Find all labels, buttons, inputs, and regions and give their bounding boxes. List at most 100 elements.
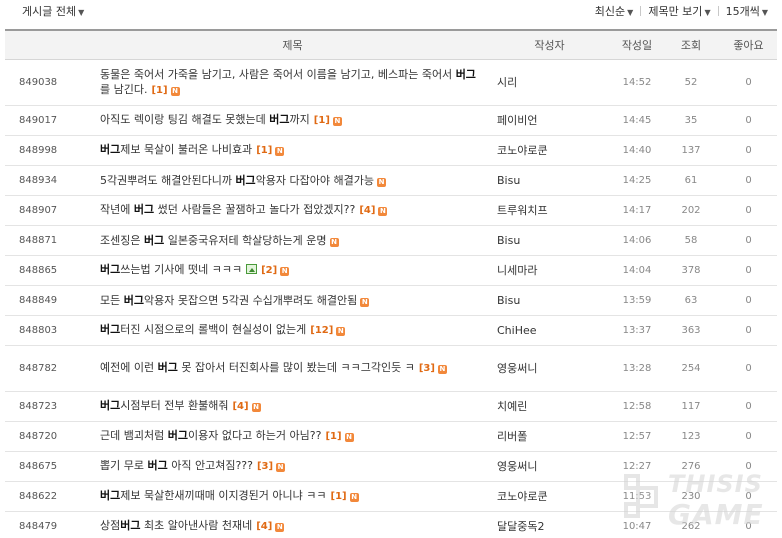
post-title-link[interactable]: 버그제보 묵살한새끼때매 이지경된거 아니냐 ㅋㅋ [100, 489, 327, 502]
post-author[interactable]: 영웅써니 [487, 345, 612, 392]
post-time: 14:17 [612, 195, 662, 226]
comment-count[interactable]: [4] [232, 401, 248, 412]
post-title-link[interactable]: 5각권뿌려도 해결안된다니까 버그악용자 다잡아야 해결가능 [100, 174, 374, 187]
post-likes: 0 [720, 165, 777, 196]
new-post-badge-icon: N [275, 147, 285, 156]
post-time: 12:58 [612, 391, 662, 422]
post-author[interactable]: 니세마라 [487, 255, 612, 286]
post-title-keyword: 버그 [133, 203, 155, 216]
post-likes: 0 [720, 285, 777, 316]
post-title-link[interactable]: 뽑기 무로 버그 아직 안고쳐짐??? [100, 459, 253, 472]
post-title-link[interactable]: 예전에 이런 버그 못 잡아서 터진회사를 많이 봤는데 ㅋㅋ그각인듯 ㅋ [100, 361, 415, 374]
post-title-suffix: 쓰는법 기사에 떳네 ㅋㅋㅋ [120, 263, 243, 276]
post-title-keyword: 버그 [157, 361, 178, 374]
post-title-link[interactable]: 버그제보 묵살이 불러온 나비효과 [100, 143, 252, 156]
comment-count[interactable]: [1] [151, 85, 167, 96]
post-title-link[interactable]: 버그시점부터 전부 환불해줘 [100, 399, 228, 412]
post-author[interactable]: 코노야로쿤 [487, 135, 612, 166]
comment-count[interactable]: [1] [314, 115, 330, 126]
post-title-cell: 모든 버그악용자 못잡으면 5각권 수십개뿌려도 해결안됨 N [98, 285, 487, 316]
post-author[interactable]: 리버폴 [487, 421, 612, 452]
post-filter-label: 게시글 전체 [22, 5, 77, 18]
post-likes: 0 [720, 105, 777, 136]
title-only-label: 제목만 보기 [648, 5, 703, 18]
post-author[interactable]: 페이비언 [487, 105, 612, 136]
post-views: 202 [662, 195, 720, 226]
post-time: 13:28 [612, 345, 662, 392]
post-title-link[interactable]: 모든 버그악용자 못잡으면 5각권 수십개뿌려도 해결안됨 [100, 294, 357, 307]
post-likes: 0 [720, 255, 777, 286]
post-title-link[interactable]: 버그쓰는법 기사에 떳네 ㅋㅋㅋ [100, 263, 242, 276]
table-row: 848675 뽑기 무로 버그 아직 안고쳐짐??? [3] N 영웅써니 12:27 27… [5, 451, 777, 482]
board-toolbar: 게시글 전체 ▼ 최신순 ▼ 제목만 보기 ▼ 15개씩 ▼ [0, 0, 782, 28]
table-row: 848479 상점버그 최초 알아낸사람 천재네 [4] N 달달중독2 10:47 262… [5, 511, 777, 538]
sort-dropdown[interactable]: 최신순 ▼ [595, 3, 634, 19]
post-views: 276 [662, 451, 720, 482]
comment-count[interactable]: [3] [419, 363, 435, 374]
table-row: 848934 5각권뿌려도 해결안된다니까 버그악용자 다잡아야 해결가능 N Bis… [5, 165, 777, 196]
comment-count[interactable]: [4] [256, 521, 272, 532]
post-title-prefix: 모든 [100, 293, 124, 307]
post-title-keyword: 버그 [167, 429, 188, 442]
post-author[interactable]: 치예린 [487, 391, 612, 422]
new-post-badge-icon: N [276, 463, 286, 472]
post-author[interactable]: 달달중독2 [487, 511, 612, 538]
comment-count[interactable]: [1] [331, 491, 347, 502]
post-title-suffix: 썼던 사람들은 꿀잼하고 놀다가 접았겠지?? [154, 203, 356, 216]
post-number: 848723 [5, 391, 98, 422]
post-title-suffix: 악용자 못잡으면 5각권 수십개뿌려도 해결안됨 [144, 293, 358, 307]
comment-count[interactable]: [3] [257, 461, 273, 472]
post-title-link[interactable]: 조센징은 버그 일본중국유저테 학살당하는게 운명 [100, 234, 327, 247]
column-header-author: 작성자 [487, 29, 612, 60]
chevron-down-icon: ▼ [627, 8, 634, 17]
post-views: 123 [662, 421, 720, 452]
post-title-keyword: 버그 [143, 233, 165, 247]
chevron-down-icon: ▼ [78, 8, 85, 17]
post-title-cell: 버그터진 시점으로의 롤백이 현실성이 없는게 [12] N [98, 315, 487, 346]
table-row: 848782 예전에 이런 버그 못 잡아서 터진회사를 많이 봤는데 ㅋㅋ그각인… [5, 345, 777, 392]
post-title-suffix: 를 남긴다. [100, 82, 148, 96]
title-only-dropdown[interactable]: 제목만 보기 ▼ [648, 3, 710, 19]
post-views: 254 [662, 345, 720, 392]
column-header-likes: 좋아요 [720, 29, 777, 60]
comment-count[interactable]: [12] [310, 325, 333, 336]
post-title-keyword: 버그 [235, 173, 256, 187]
post-title-link[interactable]: 버그터진 시점으로의 롤백이 현실성이 없는게 [100, 323, 306, 336]
per-page-dropdown[interactable]: 15개씩 ▼ [726, 3, 768, 19]
post-author[interactable]: 시리 [487, 59, 612, 106]
comment-count[interactable]: [1] [256, 145, 272, 156]
post-author[interactable]: Bisu [487, 285, 612, 316]
post-title-suffix: 일본중국유저테 학살당하는게 운명 [164, 233, 327, 247]
comment-count[interactable]: [2] [261, 265, 277, 276]
post-title-keyword: 버그 [269, 113, 290, 126]
post-author[interactable]: ChiHee [487, 315, 612, 346]
post-title-link[interactable]: 상점버그 최초 알아낸사람 천재네 [100, 519, 252, 532]
post-likes: 0 [720, 421, 777, 452]
post-title-prefix: 동물은 죽어서 가죽을 남기고, 사람은 죽어서 이름을 남기고, 베스파는 죽… [100, 67, 456, 81]
post-views: 137 [662, 135, 720, 166]
post-author[interactable]: 영웅써니 [487, 451, 612, 482]
post-title-link[interactable]: 작년에 버그 썼던 사람들은 꿀잼하고 놀다가 접았겠지?? [100, 203, 355, 216]
post-title-keyword: 버그 [147, 459, 168, 472]
comment-count[interactable]: [4] [359, 205, 375, 216]
new-post-badge-icon: N [360, 297, 370, 307]
post-filter-dropdown[interactable]: 게시글 전체 ▼ [22, 3, 84, 19]
post-likes: 0 [720, 345, 777, 392]
column-header-title: 제목 [98, 29, 487, 60]
comment-count[interactable]: [1] [325, 431, 341, 442]
post-title-link[interactable]: 아직도 렉이랑 팅김 해결도 못했는데 버그까지 [100, 113, 310, 126]
post-number: 848720 [5, 421, 98, 452]
post-title-link[interactable]: 근데 뱀괴처럼 버그이용자 없다고 하는거 아님?? [100, 429, 321, 442]
new-post-badge-icon: N [437, 365, 447, 374]
post-number: 848782 [5, 345, 98, 392]
post-time: 14:40 [612, 135, 662, 166]
post-likes: 0 [720, 59, 777, 106]
post-author[interactable]: Bisu [487, 225, 612, 256]
post-author[interactable]: 코노야로쿤 [487, 481, 612, 512]
post-author[interactable]: 트루워치프 [487, 195, 612, 226]
post-time: 13:37 [612, 315, 662, 346]
post-title-suffix: 최초 알아낸사람 천재네 [140, 519, 253, 532]
post-number: 848622 [5, 481, 98, 512]
post-author[interactable]: Bisu [487, 165, 612, 196]
post-likes: 0 [720, 225, 777, 256]
